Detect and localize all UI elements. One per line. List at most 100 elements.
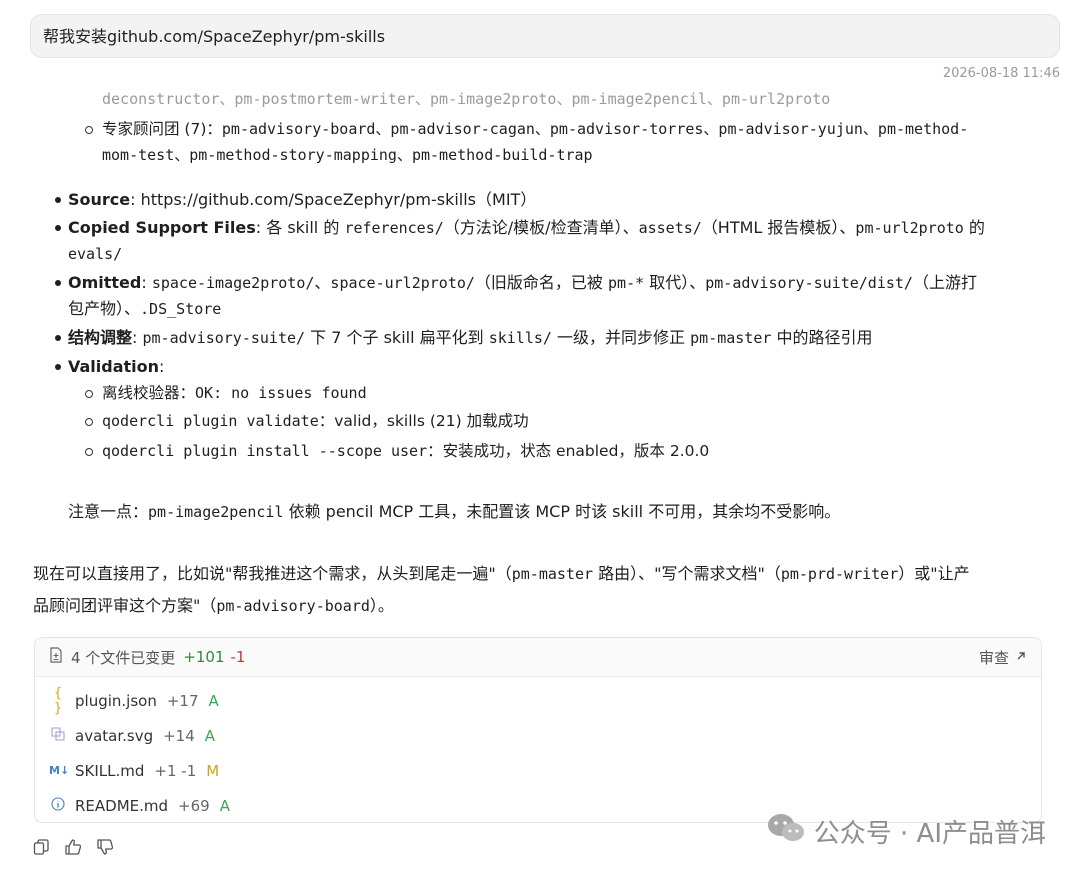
file-diff: +1 -1 xyxy=(154,761,197,780)
validation-bullet: Validation: xyxy=(55,354,1043,380)
file-status: A xyxy=(208,691,219,710)
image-icon xyxy=(49,726,67,745)
structure-bullet: 结构调整: pm-advisory-suite/ 下 7 个子 skill 扁平… xyxy=(55,325,1043,351)
usage-code-3: pm-advisory-board xyxy=(216,597,370,615)
omitted-text-5: 包产物）、 xyxy=(68,299,141,318)
omitted-code-2: space-url2proto/ xyxy=(330,274,475,292)
omitted-text-1: 、 xyxy=(314,273,331,292)
file-diff-icon xyxy=(49,647,63,667)
note-text-1: 依赖 pencil MCP 工具，未配置该 MCP 时该 skill 不可用，其… xyxy=(283,502,841,521)
validation-label: Validation xyxy=(68,357,160,376)
file-row[interactable]: { } plugin.json +17 A xyxy=(35,683,1041,718)
omitted-label: Omitted xyxy=(68,273,142,292)
copied-text-1: : 各 skill 的 xyxy=(255,218,345,237)
copied-text-3: （HTML 报告模板）、 xyxy=(701,218,856,237)
copied-text-2: （方法论/模板/检查清单）、 xyxy=(443,218,639,237)
file-name: README.md xyxy=(75,796,169,815)
usage-text-4: ）。 xyxy=(369,596,394,615)
note-paragraph: 注意一点：pm-image2pencil 依赖 pencil MCP 工具，未配… xyxy=(68,496,840,528)
copied-code-4: evals/ xyxy=(68,245,123,263)
structure-text-1: 下 7 个子 skill 扁平化到 xyxy=(305,328,489,347)
structure-text-3: 中的路径引用 xyxy=(771,328,873,347)
validation-colon: : xyxy=(159,357,165,376)
usage-code-1: pm-master xyxy=(511,565,594,583)
message-timestamp: 2026-08-18 11:46 xyxy=(942,66,1060,81)
watermark-text: 公众号 · AI产品普洱 xyxy=(813,819,1046,849)
source-label: Source xyxy=(68,190,131,209)
message-actions xyxy=(32,838,114,856)
copied-label: Copied Support Files xyxy=(68,218,256,237)
info-icon xyxy=(49,796,67,815)
file-name: plugin.json xyxy=(75,691,157,710)
usage-text-3: 品顾问团评审这个方案"（ xyxy=(33,596,217,615)
thumbs-down-icon[interactable] xyxy=(96,838,114,856)
arrow-up-right-icon xyxy=(1015,648,1027,666)
markdown-icon: M↓ xyxy=(49,764,70,777)
user-message-text: 帮我安装github.com/SpaceZephyr/pm-skills xyxy=(43,27,386,46)
structure-text-0: : xyxy=(132,328,143,347)
copied-code-1: references/ xyxy=(344,219,444,237)
user-message-bubble: 帮我安装github.com/SpaceZephyr/pm-skills xyxy=(30,14,1060,58)
omitted-code-4: pm-advisory-suite/dist/ xyxy=(705,274,913,292)
file-diff: +14 xyxy=(163,726,195,745)
file-status: A xyxy=(204,726,216,745)
validation-item-3: qodercli plugin install --scope user：安装成… xyxy=(85,438,1052,464)
omitted-text-2: （旧版命名，已被 xyxy=(474,273,609,292)
validation-item-1: 离线校验器：OK: no issues found xyxy=(85,380,1052,406)
thumbs-up-icon[interactable] xyxy=(64,838,82,856)
advisory-items-cont: mom-test、pm-method-story-mapping、pm-meth… xyxy=(102,146,593,164)
structure-label: 结构调整 xyxy=(68,328,133,347)
file-name: SKILL.md xyxy=(75,761,145,780)
validation-item-2: qodercli plugin validate：valid，skills (2… xyxy=(85,408,1052,434)
changed-files-card: 4 个文件已变更 +101 -1 审查 { } plugin.json +17 … xyxy=(34,637,1042,823)
copied-code-2: assets/ xyxy=(638,219,702,237)
structure-code-1: pm-advisory-suite/ xyxy=(142,329,306,347)
file-status: A xyxy=(219,796,230,815)
validation-3-post: ：安装成功，状态 enabled，版本 2.0.0 xyxy=(427,442,710,460)
json-icon: { } xyxy=(53,685,63,716)
changed-files-header: 4 个文件已变更 +101 -1 审查 xyxy=(35,638,1041,677)
file-status: M xyxy=(206,761,220,780)
file-row[interactable]: M↓ SKILL.md +1 -1 M xyxy=(35,753,1041,788)
advisory-group-item: 专家顾问团 (7)：pm-advisory-board、pm-advisor-c… xyxy=(85,116,1052,168)
validation-1-code: OK: no issues found xyxy=(195,384,367,402)
watermark: 公众号 · AI产品普洱 xyxy=(766,812,1046,851)
cut-off-line: deconstructor、pm-postmortem-writer、pm-im… xyxy=(102,90,831,108)
copied-code-3: pm-url2proto xyxy=(855,219,964,237)
source-value[interactable]: : https://github.com/SpaceZephyr/pm-skil… xyxy=(130,190,536,209)
copied-text-4: 的 xyxy=(963,218,985,237)
file-row[interactable]: avatar.svg +14 A xyxy=(35,718,1041,753)
copy-icon[interactable] xyxy=(32,838,50,856)
file-name: avatar.svg xyxy=(75,726,154,745)
usage-text-1: 路由）、"写个需求文档"（ xyxy=(593,564,781,583)
note-text-0: 注意一点： xyxy=(68,502,149,521)
usage-text-0: 现在可以直接用了，比如说"帮我推进这个需求，从头到尾走一遍"（ xyxy=(33,564,512,583)
file-diff: +17 xyxy=(166,691,199,710)
review-label: 审查 xyxy=(978,648,1009,667)
advisory-label: 专家顾问团 (7)： xyxy=(102,120,222,138)
omitted-text-0: : xyxy=(141,273,152,292)
review-button[interactable]: 审查 xyxy=(979,647,1027,668)
validation-3-code: qodercli plugin install --scope user xyxy=(102,442,428,460)
usage-code-2: pm-prd-writer xyxy=(780,565,899,583)
changed-files-summary: 4 个文件已变更 xyxy=(71,648,176,667)
structure-code-3: pm-master xyxy=(690,329,772,347)
source-bullet: Source: https://github.com/SpaceZephyr/p… xyxy=(55,187,1043,213)
lines-removed: -1 xyxy=(230,648,246,666)
note-code-1: pm-image2pencil xyxy=(148,503,284,521)
omitted-text-4: （上游打 xyxy=(912,273,977,292)
advisory-items: pm-advisory-board、pm-advisor-cagan、pm-ad… xyxy=(221,120,969,138)
omitted-code-3: pm-* xyxy=(608,274,645,292)
structure-code-2: skills/ xyxy=(488,329,552,347)
structure-text-2: 一级，并同步修正 xyxy=(551,328,691,347)
usage-text-2: ）或"让产 xyxy=(898,564,970,583)
file-diff: +69 xyxy=(178,796,210,815)
lines-added: +101 xyxy=(183,648,225,666)
copied-bullet: Copied Support Files: 各 skill 的 referenc… xyxy=(55,215,1043,267)
usage-paragraph: 现在可以直接用了，比如说"帮我推进这个需求，从头到尾走一遍"（pm-master… xyxy=(33,558,1048,622)
omitted-text-3: 取代）、 xyxy=(644,273,706,292)
validation-2-post: ：valid，skills (21) 加载成功 xyxy=(318,412,529,430)
omitted-code-5: .DS_Store xyxy=(140,300,222,318)
validation-2-code: qodercli plugin validate xyxy=(102,412,319,430)
validation-1-pre: 离线校验器： xyxy=(102,384,196,402)
